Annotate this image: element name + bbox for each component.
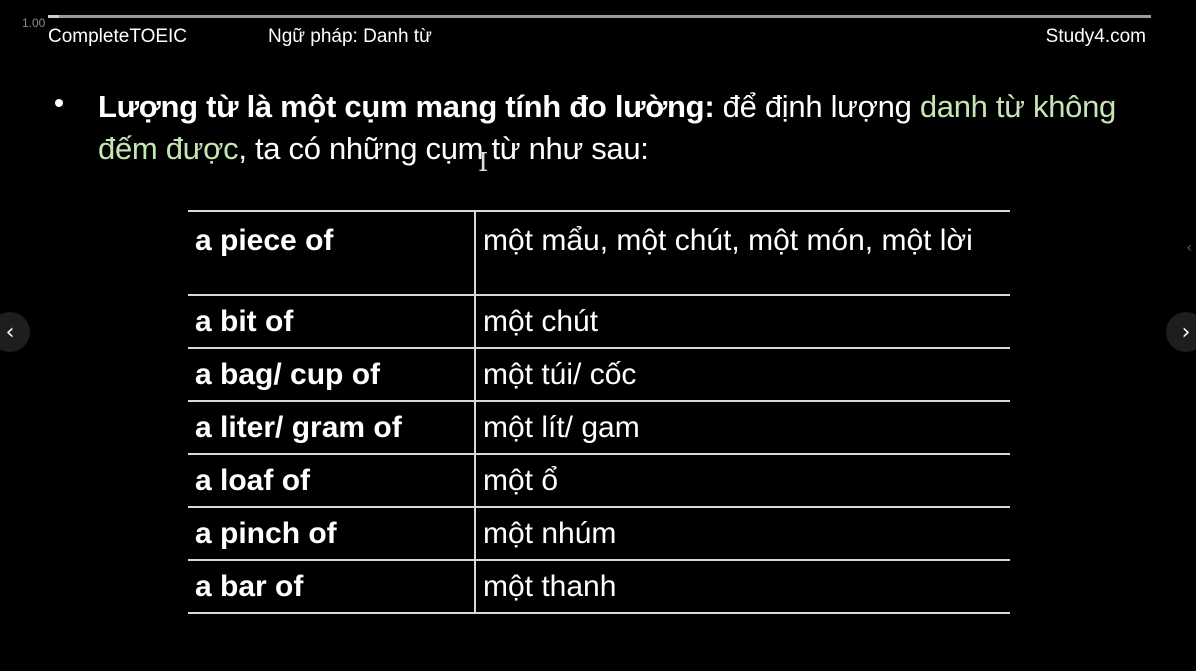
table-row: a bit of một chút [188, 294, 1010, 349]
table-row: a pinch of một nhúm [188, 506, 1010, 561]
next-slide-button[interactable]: › [1166, 312, 1196, 352]
table-row: a bar of một thanh [188, 559, 1010, 614]
table-row: a bag/ cup of một túi/ cốc [188, 347, 1010, 402]
table-cell-vietnamese: một thanh [475, 559, 1010, 614]
side-panel-chevron-icon[interactable]: ‹ [1186, 240, 1192, 256]
table-cell-english: a loaf of [188, 453, 476, 508]
chevron-left-icon: ‹ [5, 319, 15, 345]
bullet-bold: Lượng từ là một cụm mang tính đo lường: [98, 89, 715, 124]
table-row: a piece of một mẩu, một chút, một món, m… [188, 210, 1010, 296]
table-cell-vietnamese: một nhúm [475, 506, 1010, 561]
table-cell-vietnamese: một ổ [475, 453, 1010, 508]
table-cell-vietnamese: một túi/ cốc [475, 347, 1010, 402]
bullet-text: Lượng từ là một cụm mang tính đo lường: … [98, 86, 1138, 170]
table-cell-english: a bag/ cup of [188, 347, 476, 402]
progress-bar[interactable] [48, 15, 1151, 18]
chevron-right-icon: › [1181, 319, 1191, 345]
quantifier-table: a piece of một mẩu, một chút, một món, m… [188, 210, 1010, 614]
table-cell-english: a pinch of [188, 506, 476, 561]
text-cursor-icon: I [478, 148, 489, 178]
lesson-title: Ngữ pháp: Danh từ [268, 26, 432, 47]
course-title: CompleteTOEIC [48, 26, 188, 47]
table-cell-english: a bit of [188, 294, 476, 349]
table-cell-vietnamese: một mẩu, một chút, một món, một lời [475, 210, 1010, 296]
table-cell-vietnamese: một lít/ gam [475, 400, 1010, 455]
table-cell-english: a liter/ gram of [188, 400, 476, 455]
table-cell-english: a bar of [188, 559, 476, 614]
table-row: a liter/ gram of một lít/ gam [188, 400, 1010, 455]
progress-fill [48, 15, 60, 18]
bullet-icon [55, 99, 63, 107]
table-row: a loaf of một ổ [188, 453, 1010, 508]
playback-speed[interactable]: 1.00 [22, 16, 45, 30]
table-cell-vietnamese: một chút [475, 294, 1010, 349]
bullet-normal-2: , ta có những cụm từ như sau: [238, 131, 649, 166]
previous-slide-button[interactable]: ‹ [0, 312, 30, 352]
table-cell-english: a piece of [188, 210, 476, 296]
bullet-normal-1: để định lượng [714, 89, 920, 124]
site-name: Study4.com [1045, 26, 1146, 47]
